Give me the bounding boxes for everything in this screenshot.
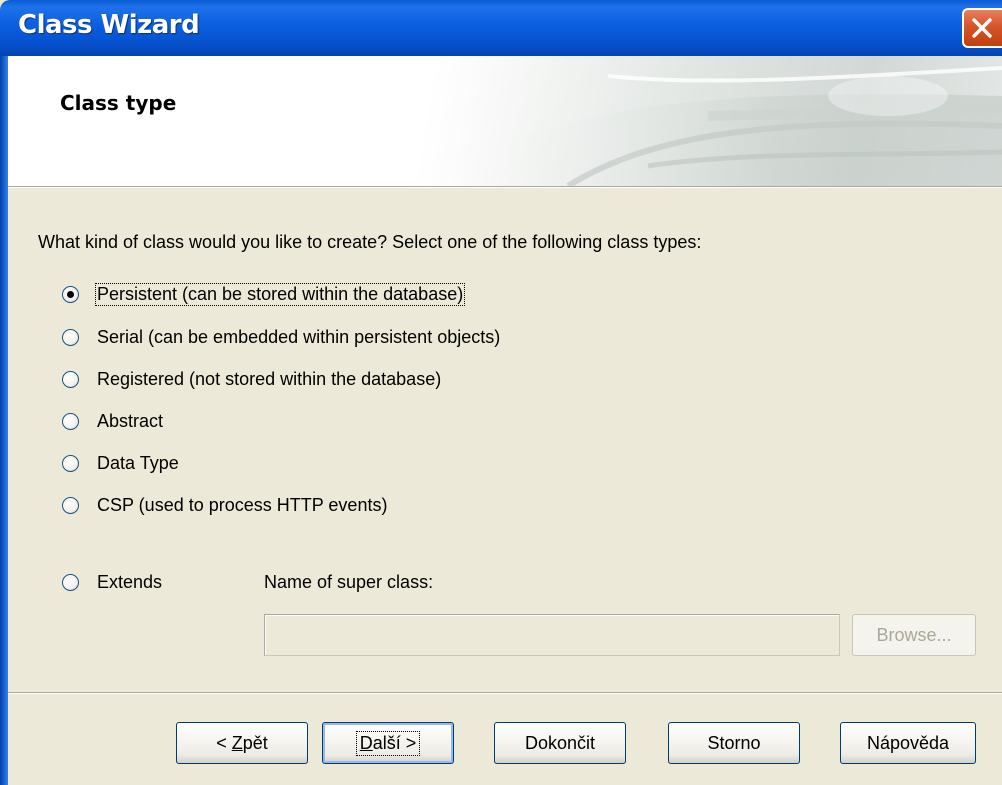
help-button-label: Nápověda (866, 732, 950, 753)
option-abstract[interactable]: Abstract (62, 409, 164, 433)
option-abstract-label: Abstract (97, 410, 164, 431)
next-button-label: Další > (355, 730, 421, 756)
option-csp[interactable]: CSP (used to process HTTP events) (62, 493, 388, 517)
option-csp-label: CSP (used to process HTTP events) (97, 494, 388, 515)
next-button[interactable]: Další > (322, 722, 454, 764)
option-serial-label: Serial (can be embedded within persisten… (97, 326, 501, 347)
wizard-header: Class type (8, 56, 1002, 186)
browse-button-label: Browse... (876, 624, 952, 645)
help-button[interactable]: Nápověda (840, 722, 976, 764)
option-data-type[interactable]: Data Type (62, 451, 180, 475)
back-button-label: < Zpět (216, 733, 268, 754)
option-registered[interactable]: Registered (not stored within the databa… (62, 367, 442, 391)
radio-serial[interactable] (62, 328, 79, 346)
back-button[interactable]: < Zpět (176, 722, 308, 764)
finish-button-label: Dokončit (524, 732, 596, 753)
cancel-button[interactable]: Storno (668, 722, 800, 764)
super-class-label: Name of super class: (264, 572, 434, 592)
cancel-button-label: Storno (707, 732, 761, 753)
option-registered-label: Registered (not stored within the databa… (97, 368, 442, 389)
window-frame-left (0, 56, 8, 785)
header-divider (8, 186, 1002, 188)
title-bar[interactable]: Class Wizard (0, 0, 1002, 56)
finish-button[interactable]: Dokončit (494, 722, 626, 764)
radio-extends[interactable] (62, 573, 79, 591)
option-persistent[interactable]: Persistent (can be stored within the dat… (62, 282, 466, 306)
page-title: Class type (60, 91, 177, 115)
close-icon (972, 18, 992, 38)
radio-persistent[interactable] (62, 285, 79, 303)
class-wizard-window: Class Wizard Class type What kind of cla… (0, 0, 1002, 785)
question-text: What kind of class would you like to cre… (38, 232, 702, 252)
radio-csp[interactable] (62, 496, 79, 514)
header-banner-graphic (428, 66, 1002, 186)
back-rest: pět (242, 732, 268, 753)
option-extends[interactable]: Extends (62, 570, 163, 594)
option-persistent-label: Persistent (can be stored within the dat… (94, 282, 466, 306)
window-title: Class Wizard (18, 10, 200, 40)
next-accesskey: D (359, 732, 373, 753)
back-accesskey: Z (231, 732, 243, 753)
close-button[interactable] (962, 8, 1002, 48)
radio-registered[interactable] (62, 370, 79, 388)
radio-data-type[interactable] (62, 454, 79, 472)
option-data-type-label: Data Type (97, 452, 179, 473)
next-rest: alší > (372, 732, 417, 753)
radio-abstract[interactable] (62, 412, 79, 430)
option-extends-label: Extends (97, 571, 163, 592)
back-prefix: < (216, 732, 232, 753)
footer-divider (8, 692, 1002, 694)
browse-button[interactable]: Browse... (852, 614, 976, 656)
option-serial[interactable]: Serial (can be embedded within persisten… (62, 325, 501, 349)
super-class-input[interactable] (264, 614, 840, 656)
